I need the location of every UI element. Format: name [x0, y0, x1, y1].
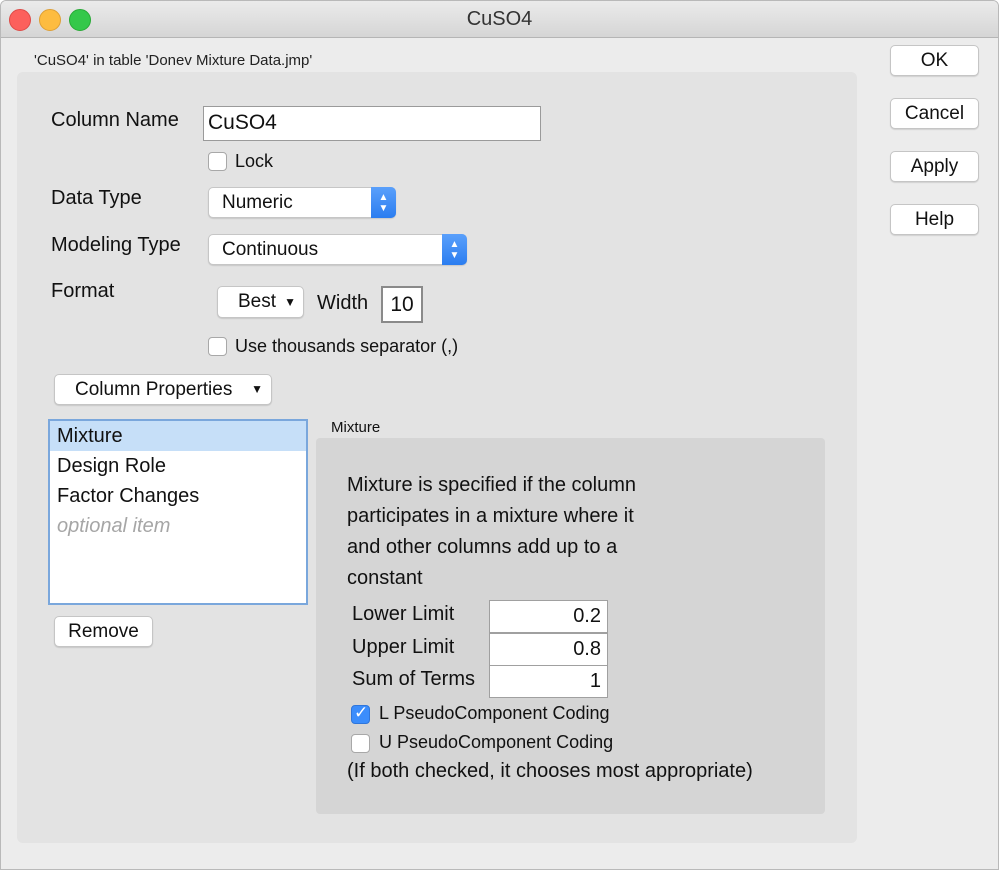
u-pseudocomponent-checkbox[interactable]	[351, 734, 370, 753]
updown-chevron-icon: ▲ ▼	[371, 187, 396, 218]
lower-limit-label: Lower Limit	[352, 603, 455, 625]
mixture-heading: Mixture	[331, 419, 381, 436]
column-info-dialog: CuSO4 'CuSO4' in table 'Donev Mixture Da…	[0, 0, 999, 870]
properties-list[interactable]: Mixture Design Role Factor Changes optio…	[48, 419, 308, 605]
u-pseudocomponent-label: U PseudoComponent Coding	[379, 732, 614, 752]
list-item-factor-changes[interactable]: Factor Changes	[50, 481, 306, 511]
updown-chevron-icon: ▲ ▼	[442, 234, 467, 265]
description-line: Mixture is specified if the column	[347, 474, 637, 496]
column-properties-label: Column Properties	[75, 379, 233, 400]
mixture-description: Mixture is specified if the column parti…	[347, 470, 687, 594]
format-label: Format	[51, 280, 115, 302]
format-value: Best	[238, 291, 277, 312]
width-input[interactable]: 10	[381, 286, 423, 323]
l-pseudocomponent-label: L PseudoComponent Coding	[379, 703, 610, 723]
window-title: CuSO4	[466, 8, 533, 30]
checkmark-icon: ✓	[354, 703, 369, 722]
column-properties-dropdown[interactable]: Column Properties ▼	[54, 374, 272, 405]
triangle-down-icon: ▼	[284, 295, 296, 309]
ok-button[interactable]: OK	[890, 45, 979, 76]
data-type-value: Numeric	[222, 192, 293, 213]
thousands-separator-label: Use thousands separator (,)	[235, 336, 459, 356]
sum-of-terms-label: Sum of Terms	[352, 668, 475, 690]
modeling-type-value: Continuous	[222, 239, 319, 260]
upper-limit-input[interactable]: 0.8	[489, 633, 608, 666]
cancel-button[interactable]: Cancel	[890, 98, 979, 129]
description-line: participates in a mixture where it	[347, 505, 634, 527]
help-button[interactable]: Help	[890, 204, 979, 235]
title-bar: CuSO4	[1, 1, 998, 38]
column-name-input[interactable]: CuSO4	[203, 106, 541, 141]
data-type-label: Data Type	[51, 187, 142, 209]
description-line: and other columns add up to a	[347, 536, 618, 558]
lock-label: Lock	[235, 151, 274, 171]
thousands-separator-checkbox[interactable]	[208, 337, 227, 356]
remove-button[interactable]: Remove	[54, 616, 153, 647]
pseudocomponent-note: (If both checked, it chooses most approp…	[347, 760, 753, 782]
l-pseudocomponent-checkbox[interactable]: ✓	[351, 703, 370, 724]
triangle-down-icon: ▼	[251, 382, 263, 396]
list-item-optional: optional item	[57, 515, 171, 537]
column-name-label: Column Name	[51, 109, 179, 131]
table-caption: 'CuSO4' in table 'Donev Mixture Data.jmp…	[34, 52, 313, 69]
lower-limit-input[interactable]: 0.2	[489, 600, 608, 633]
format-dropdown[interactable]: Best ▼	[217, 286, 304, 318]
modeling-type-select[interactable]: Continuous ▲ ▼	[208, 234, 467, 265]
upper-limit-label: Upper Limit	[352, 636, 455, 658]
apply-button[interactable]: Apply	[890, 151, 979, 182]
list-item-mixture[interactable]: Mixture	[50, 421, 306, 451]
width-label: Width	[317, 292, 369, 314]
data-type-select[interactable]: Numeric ▲ ▼	[208, 187, 396, 218]
list-item-design-role[interactable]: Design Role	[50, 451, 306, 481]
modeling-type-label: Modeling Type	[51, 234, 181, 256]
lock-checkbox[interactable]	[208, 152, 227, 171]
sum-of-terms-input[interactable]: 1	[489, 665, 608, 698]
description-line: constant	[347, 567, 423, 589]
